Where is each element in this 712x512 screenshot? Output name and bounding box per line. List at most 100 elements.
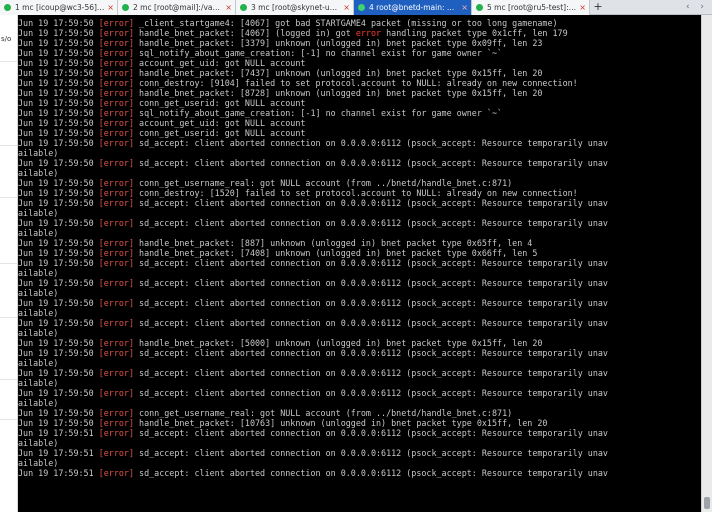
log-level: [error] [98, 298, 134, 308]
log-level: [error] [98, 258, 134, 268]
close-icon[interactable]: × [579, 0, 586, 15]
log-message: sd_accept: client aborted connection on … [133, 318, 608, 328]
log-message: sd_accept: client aborted connection on … [133, 368, 608, 378]
log-level: [error] [98, 238, 134, 248]
terminal-scrollbar[interactable] [701, 15, 712, 512]
terminal-line: ailable) [18, 268, 701, 278]
log-message: conn_destroy: [1520] failed to set proto… [133, 188, 578, 198]
terminal-line: Jun 19 17:59:50 [error] handle_bnet_pack… [18, 68, 701, 78]
terminal-line: Jun 19 17:59:50 [error] sd_accept: clien… [18, 368, 701, 378]
wrapped-text: ailable) [18, 358, 59, 368]
terminal-line: Jun 19 17:59:50 [error] sql_notify_about… [18, 48, 701, 58]
log-level: [error] [98, 318, 134, 328]
log-timestamp: Jun 19 17:59:50 [18, 48, 99, 58]
terminal-line: Jun 19 17:59:50 [error] conn_destroy: [9… [18, 78, 701, 88]
tab-title: 1 mc [icoup@wc3-56]:/opt/... [15, 3, 105, 12]
terminal-line: Jun 19 17:59:50 [error] sd_accept: clien… [18, 278, 701, 288]
log-level: [error] [98, 58, 134, 68]
log-timestamp: Jun 19 17:59:50 [18, 278, 99, 288]
terminal-line: ailable) [18, 228, 701, 238]
close-icon[interactable]: × [461, 0, 468, 15]
close-icon[interactable]: × [225, 0, 232, 15]
log-timestamp: Jun 19 17:59:50 [18, 258, 99, 268]
log-level: [error] [98, 338, 134, 348]
log-timestamp: Jun 19 17:59:50 [18, 238, 99, 248]
log-message: handle_bnet_packet: [887] unknown (unlog… [133, 238, 533, 248]
log-timestamp: Jun 19 17:59:51 [18, 428, 99, 438]
log-level: [error] [98, 28, 134, 38]
wrapped-text: ailable) [18, 308, 59, 318]
log-level: [error] [98, 198, 134, 208]
log-level: [error] [98, 468, 134, 478]
log-timestamp: Jun 19 17:59:50 [18, 348, 99, 358]
terminal-lines: Jun 19 17:59:50 [error] _client_startgam… [18, 18, 701, 478]
tab-4[interactable]: 4 root@bnetd-main: ~/bnet... × [354, 0, 472, 15]
terminal-line: ailable) [18, 328, 701, 338]
log-timestamp: Jun 19 17:59:50 [18, 368, 99, 378]
terminal-line: ailable) [18, 288, 701, 298]
background-window: s/o [0, 15, 18, 512]
log-timestamp: Jun 19 17:59:50 [18, 188, 99, 198]
session-status-icon [240, 4, 247, 11]
log-message: handle_bnet_packet: [3379] unknown (unlo… [133, 38, 543, 48]
terminal-line: Jun 19 17:59:51 [error] sd_accept: clien… [18, 468, 701, 478]
terminal-line: ailable) [18, 438, 701, 448]
tab-2[interactable]: 2 mc [root@mail]:/var/mail... × [118, 0, 236, 15]
log-timestamp: Jun 19 17:59:50 [18, 18, 99, 28]
log-level: [error] [98, 108, 134, 118]
log-level: [error] [98, 48, 134, 58]
log-level: [error] [98, 188, 134, 198]
log-timestamp: Jun 19 17:59:50 [18, 88, 99, 98]
terminal-line: Jun 19 17:59:50 [error] sd_accept: clien… [18, 298, 701, 308]
log-message: conn_get_userid: got NULL account [133, 98, 306, 108]
log-level: [error] [98, 158, 134, 168]
close-icon[interactable]: × [107, 0, 114, 15]
new-tab-button[interactable]: + [590, 0, 606, 15]
terminal-line: Jun 19 17:59:50 [error] account_get_uid:… [18, 118, 701, 128]
tab-5[interactable]: 5 mc [root@ru5-test]:/var/l... × [472, 0, 590, 15]
terminal-line: Jun 19 17:59:50 [error] sd_accept: clien… [18, 348, 701, 358]
terminal-line: Jun 19 17:59:50 [error] handle_bnet_pack… [18, 418, 701, 428]
terminal-line: ailable) [18, 458, 701, 468]
terminal-line: Jun 19 17:59:50 [error] sd_accept: clien… [18, 138, 701, 148]
terminal-line: ailable) [18, 378, 701, 388]
log-message: sd_accept: client aborted connection on … [133, 468, 608, 478]
terminal-line: Jun 19 17:59:50 [error] handle_bnet_pack… [18, 38, 701, 48]
terminal-line: Jun 19 17:59:50 [error] handle_bnet_pack… [18, 88, 701, 98]
log-message: sd_accept: client aborted connection on … [133, 298, 608, 308]
session-status-icon [476, 4, 483, 11]
terminal-line: Jun 19 17:59:51 [error] sd_accept: clien… [18, 448, 701, 458]
log-message: sd_accept: client aborted connection on … [133, 258, 608, 268]
log-message: sd_accept: client aborted connection on … [133, 348, 608, 358]
log-level: [error] [98, 118, 134, 128]
log-level: [error] [98, 248, 134, 258]
log-timestamp: Jun 19 17:59:50 [18, 28, 99, 38]
log-level: [error] [98, 38, 134, 48]
tab-1[interactable]: 1 mc [icoup@wc3-56]:/opt/... × [0, 0, 118, 15]
log-level: [error] [98, 68, 134, 78]
log-level: [error] [98, 278, 134, 288]
tab-3[interactable]: 3 mc [root@skynet-ua1.iccu... × [236, 0, 354, 15]
scrollbar-thumb[interactable] [704, 497, 710, 509]
log-message: sd_accept: client aborted connection on … [133, 388, 608, 398]
tab-bar: 1 mc [icoup@wc3-56]:/opt/... × 2 mc [roo… [0, 0, 712, 15]
log-level: [error] [98, 178, 134, 188]
wrapped-text: ailable) [18, 438, 59, 448]
terminal-line: Jun 19 17:59:50 [error] sd_accept: clien… [18, 388, 701, 398]
tab-scroll-arrows-icon[interactable]: ‹ › [686, 0, 708, 15]
terminal-line: ailable) [18, 148, 701, 158]
log-timestamp: Jun 19 17:59:50 [18, 128, 99, 138]
terminal-line: Jun 19 17:59:50 [error] conn_destroy: [1… [18, 188, 701, 198]
wrapped-text: ailable) [18, 288, 59, 298]
terminal-line: Jun 19 17:59:50 [error] conn_get_userid:… [18, 128, 701, 138]
wrapped-text: ailable) [18, 378, 59, 388]
log-timestamp: Jun 19 17:59:50 [18, 198, 99, 208]
session-status-icon [4, 4, 11, 11]
tab-title: 5 mc [root@ru5-test]:/var/l... [487, 3, 577, 12]
log-message: conn_destroy: [9104] failed to set proto… [133, 78, 578, 88]
log-timestamp: Jun 19 17:59:51 [18, 448, 99, 458]
close-icon[interactable]: × [343, 0, 350, 15]
terminal-output[interactable]: Jun 19 17:59:50 [error] _client_startgam… [18, 15, 701, 512]
terminal-line: ailable) [18, 358, 701, 368]
log-timestamp: Jun 19 17:59:50 [18, 218, 99, 228]
